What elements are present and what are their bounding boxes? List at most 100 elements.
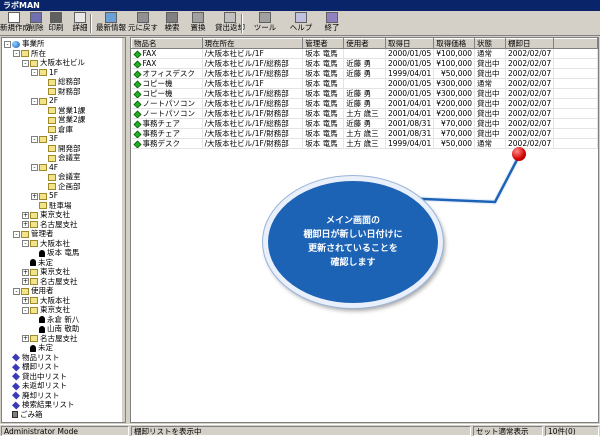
toolbar-button-3[interactable]: 詳細 <box>68 12 92 34</box>
collapse-icon[interactable]: - <box>22 240 29 247</box>
column-header[interactable]: 状態 <box>474 38 506 49</box>
toolbar-button-4[interactable]: 最新情報 <box>96 12 126 34</box>
toolbar-button-5[interactable]: 元に戻す <box>127 12 159 34</box>
toolbar-button-9[interactable]: ツール <box>248 12 282 34</box>
toolbar-button-10[interactable]: ヘルプ <box>284 12 318 34</box>
folder-icon <box>48 145 56 152</box>
tree-node[interactable]: 駐車場 <box>31 201 72 210</box>
navigation-tree[interactable]: - 事業所 - 所在 - 大阪本社ビル -1F 総務部 財務部 -2F 営業1課 営業2課 倉庫 -3F 開… <box>1 37 126 423</box>
expand-icon[interactable]: + <box>22 221 29 228</box>
tree-node[interactable]: 営業2課 <box>40 115 85 124</box>
table-row[interactable]: 事務デスク/大阪本社ビル/1F/財務部 坂本 竜馬 土方 歳三 1999/04/01 ¥… <box>131 138 598 149</box>
expand-icon[interactable]: + <box>22 335 29 342</box>
table-row[interactable]: コピー機/大阪本社ビル/1F 坂本 竜馬 2000/01/05 ¥300,000 通常 2… <box>131 78 598 89</box>
tree-node[interactable]: 永倉 新八 <box>31 315 79 324</box>
tree-node[interactable]: 財務部 <box>40 87 81 96</box>
tree-node[interactable]: 企画部 <box>40 182 81 191</box>
tree-node[interactable]: 検索結果リスト <box>4 400 75 409</box>
tool-icon <box>259 12 271 23</box>
tree-node[interactable]: + 大阪本社 <box>22 296 70 305</box>
expand-icon[interactable]: + <box>22 211 29 219</box>
table-cell: 貸出中 <box>474 118 506 129</box>
tree-node[interactable]: + 名古屋支社 <box>22 334 78 343</box>
table-row[interactable]: FAX/大阪本社ビル/1F/総務部 坂本 竜馬 近藤 勇 2000/01/05 ¥100… <box>131 58 598 69</box>
collapse-icon[interactable]: - <box>31 164 38 171</box>
column-header[interactable]: 物品名 <box>131 38 203 49</box>
table-row[interactable]: オフィスデスク/大阪本社ビル/1F/総務部 坂本 竜馬 近藤 勇 1999/04/01… <box>131 68 598 79</box>
tree-node[interactable]: 会議室 <box>40 172 81 181</box>
tree-node[interactable]: 未定 <box>22 343 53 352</box>
toolbar-button-6[interactable]: 検索 <box>160 12 184 34</box>
toolbar-button-1[interactable]: 削除 <box>27 12 45 34</box>
tree-node[interactable]: 営業1課 <box>40 106 85 115</box>
tree-node[interactable]: 開発部 <box>40 144 81 153</box>
tree-node[interactable]: - 1F <box>31 68 58 77</box>
folder-icon <box>21 287 29 295</box>
tree-node[interactable]: 坂本 竜馬 <box>31 248 79 257</box>
collapse-icon[interactable]: - <box>31 97 38 105</box>
collapse-icon[interactable]: - <box>13 287 20 295</box>
item-icon <box>133 110 141 118</box>
tree-node[interactable]: + 名古屋支社 <box>22 220 78 229</box>
collapse-icon[interactable]: - <box>31 135 38 143</box>
tree-node[interactable]: 会議室 <box>40 153 81 162</box>
tree-scrollbar[interactable] <box>122 38 125 422</box>
toolbar-button-11[interactable]: 終了 <box>320 12 344 34</box>
table-cell: 2002/02/07 <box>505 88 555 99</box>
expand-icon[interactable]: + <box>22 297 29 304</box>
tree-node[interactable]: + 東京支社 <box>22 210 70 219</box>
collapse-icon[interactable]: - <box>22 59 29 67</box>
cell-text: 貸出中 <box>477 59 500 68</box>
toolbar-button-0[interactable]: 新規作成 <box>0 12 30 34</box>
collapse-icon[interactable]: - <box>31 69 38 76</box>
collapse-icon[interactable]: - <box>4 40 11 48</box>
toolbar-button-2[interactable]: 印刷 <box>45 12 67 34</box>
table-row[interactable]: ノートパソコン/大阪本社ビル/1F/財務部 坂本 竜馬 土方 歳三 2001/04/0… <box>131 108 598 119</box>
column-header[interactable]: 管理者 <box>302 38 345 49</box>
tree-node[interactable]: + 名古屋支社 <box>22 277 78 286</box>
tree-node-label: 使用者 <box>31 286 54 295</box>
tree-node[interactable]: - 使用者 <box>13 286 54 295</box>
tree-node[interactable]: 棚卸リスト <box>4 362 60 371</box>
column-header[interactable]: 現在所在 <box>201 38 304 49</box>
tree-node[interactable]: 倉庫 <box>40 125 73 134</box>
tree-node[interactable]: - 大阪本社ビル <box>22 58 85 67</box>
tree-node[interactable]: - 4F <box>31 163 58 172</box>
tree-node[interactable]: 総務部 <box>40 77 81 86</box>
tree-node-label: 東京支社 <box>40 210 70 219</box>
tree-node[interactable]: 未定 <box>22 258 53 267</box>
tree-node[interactable]: - 3F <box>31 134 58 143</box>
collapse-icon[interactable]: - <box>13 50 20 57</box>
tree-node[interactable]: + 東京支社 <box>22 267 70 276</box>
tree-node[interactable]: - 事業所 <box>4 39 45 48</box>
table-row[interactable]: 事務チェア/大阪本社ビル/1F/総務部 坂本 竜馬 近藤 勇 2001/08/31 ¥7… <box>131 118 598 129</box>
table-row[interactable]: FAX/大阪本社ビル/1F 坂本 竜馬 2000/01/05 ¥100,000 通常 20… <box>131 48 598 59</box>
expand-icon[interactable]: + <box>22 278 29 285</box>
tree-node-label: 未返却リスト <box>22 381 67 390</box>
tree-node[interactable]: 山南 敬助 <box>31 324 79 333</box>
column-header[interactable]: 棚卸日 <box>504 38 555 49</box>
tree-node[interactable]: - 所在 <box>13 49 46 58</box>
table-row[interactable]: ノートパソコン/大阪本社ビル/1F/総務部 坂本 竜馬 近藤 勇 2001/04/01… <box>131 98 598 109</box>
column-header[interactable]: 取得日 <box>384 38 435 49</box>
collapse-icon[interactable]: - <box>13 230 20 238</box>
tree-node[interactable]: 貸出中リスト <box>4 372 67 381</box>
tree-node[interactable]: 物品リスト <box>4 353 60 362</box>
collapse-icon[interactable]: - <box>22 306 29 314</box>
tree-node[interactable]: - 大阪本社 <box>22 239 70 248</box>
tree-node[interactable]: ごみ箱 <box>4 410 43 419</box>
expand-icon[interactable]: + <box>31 192 38 200</box>
column-header[interactable]: 取得価格 <box>433 38 476 49</box>
tree-node[interactable]: 未返却リスト <box>4 381 67 390</box>
tree-node[interactable]: +5F <box>31 191 58 200</box>
cell-text: 2002/02/07 <box>508 99 552 108</box>
expand-icon[interactable]: + <box>22 268 29 276</box>
tree-node[interactable]: 廃却リスト <box>4 391 60 400</box>
toolbar-button-7[interactable]: 置換 <box>184 12 212 34</box>
tree-node[interactable]: - 管理者 <box>13 229 54 238</box>
column-header[interactable]: 使用者 <box>343 38 386 49</box>
table-row[interactable]: 事務チェア/大阪本社ビル/1F/財務部 坂本 竜馬 土方 歳三 2001/08/31 ¥… <box>131 128 598 139</box>
tree-node[interactable]: - 東京支社 <box>22 305 70 314</box>
tree-node[interactable]: - 2F <box>31 96 58 105</box>
table-row[interactable]: コピー機/大阪本社ビル/1F/総務部 坂本 竜馬 近藤 勇 2000/01/05 ¥30… <box>131 88 598 99</box>
